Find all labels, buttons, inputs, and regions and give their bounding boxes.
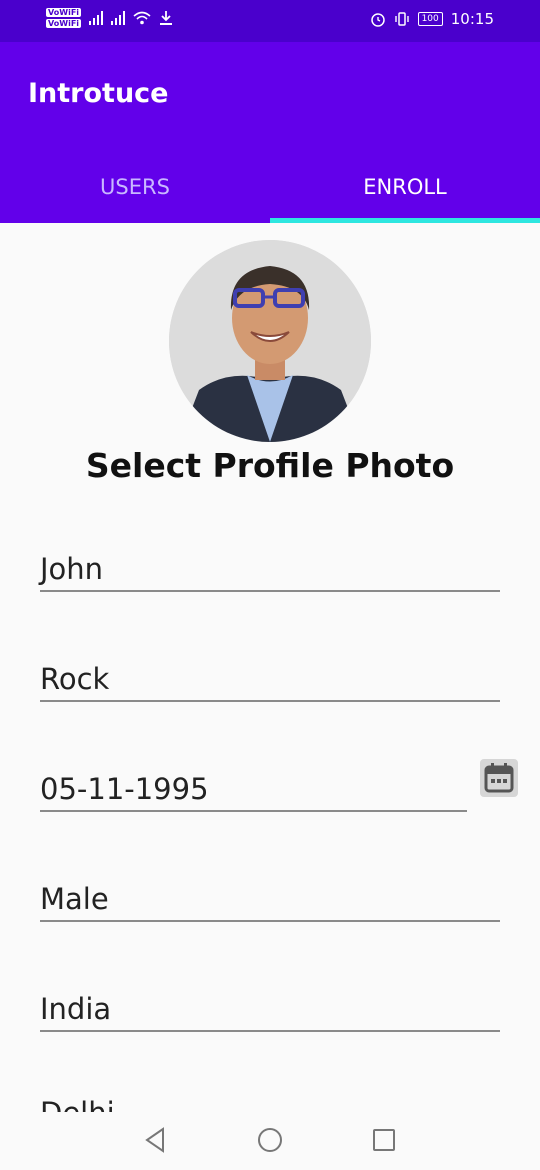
field-underline — [40, 920, 500, 922]
app-bar: Introtuce USERS ENROLL — [0, 42, 540, 223]
download-icon — [160, 11, 173, 25]
tab-users[interactable]: USERS — [0, 154, 270, 220]
volte-badge: VoWiFi — [46, 19, 82, 28]
back-icon[interactable] — [143, 1126, 167, 1154]
dob-value: 05-11-1995 — [40, 772, 209, 806]
dob-field[interactable]: 05-11-1995 — [40, 752, 467, 812]
date-picker-button[interactable] — [480, 759, 518, 797]
tab-indicator — [270, 218, 540, 223]
signal-icon — [111, 11, 126, 25]
home-icon[interactable] — [257, 1126, 283, 1154]
state-field[interactable]: Delhi — [40, 1096, 500, 1112]
signal-icon — [89, 11, 104, 25]
volte-badge: VoWiFi — [46, 8, 82, 17]
gender-field[interactable]: Male — [40, 862, 500, 922]
field-underline — [40, 700, 500, 702]
vibrate-icon — [394, 12, 409, 26]
status-right: 100 10:15 — [370, 10, 494, 28]
country-field[interactable]: India — [40, 972, 500, 1032]
first-name-field[interactable]: John — [40, 532, 500, 592]
app-title: Introtuce — [28, 78, 169, 109]
status-left: VoWiFi VoWiFi — [46, 8, 173, 28]
last-name-field[interactable]: Rock — [40, 642, 500, 702]
profile-photo[interactable] — [169, 240, 371, 442]
last-name-value: Rock — [40, 662, 110, 696]
calendar-icon — [484, 763, 514, 793]
recents-icon[interactable] — [372, 1126, 396, 1154]
alarm-icon — [370, 13, 385, 27]
field-underline — [40, 590, 500, 592]
system-nav-bar — [0, 1112, 540, 1170]
battery-indicator: 100 — [417, 12, 443, 26]
country-value: India — [40, 992, 112, 1026]
field-underline — [40, 810, 467, 812]
first-name-value: John — [40, 552, 104, 586]
wifi-icon — [133, 11, 151, 25]
state-value: Delhi — [40, 1096, 115, 1112]
clock: 10:15 — [450, 10, 494, 28]
field-underline — [40, 1030, 500, 1032]
volte-badges: VoWiFi VoWiFi — [46, 8, 82, 28]
select-profile-photo-label[interactable]: Select Profile Photo — [0, 446, 540, 485]
person-photo — [169, 240, 371, 442]
tab-enroll[interactable]: ENROLL — [270, 154, 540, 220]
gender-value: Male — [40, 882, 109, 916]
status-bar: VoWiFi VoWiFi 100 10:15 — [0, 0, 540, 42]
